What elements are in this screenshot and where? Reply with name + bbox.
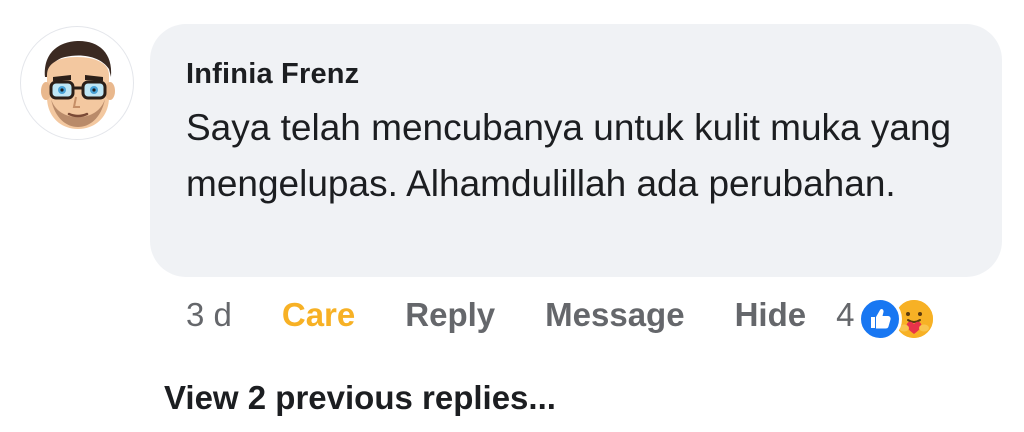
comment-text: Saya telah mencubanya untuk kulit muka y… bbox=[186, 107, 952, 204]
reaction-summary[interactable]: 4 bbox=[836, 293, 937, 341]
cartoon-man-avatar-icon bbox=[41, 41, 115, 129]
reply-button[interactable]: Reply bbox=[405, 296, 495, 334]
comment-bubble: Infinia Frenz Saya telah mencubanya untu… bbox=[150, 24, 1002, 277]
care-reaction-button[interactable]: Care bbox=[282, 296, 355, 334]
hide-button[interactable]: Hide bbox=[735, 296, 807, 334]
message-button[interactable]: Message bbox=[545, 296, 684, 334]
avatar[interactable] bbox=[20, 26, 134, 140]
comment-author[interactable]: Infinia Frenz bbox=[186, 56, 968, 92]
reaction-icons bbox=[858, 293, 937, 341]
reaction-count: 4 bbox=[836, 296, 855, 333]
view-previous-replies-link[interactable]: View 2 previous replies... bbox=[164, 378, 556, 418]
comment-actions: 3 d Care Reply Message Hide 4 bbox=[186, 290, 937, 341]
comment-timestamp[interactable]: 3 d bbox=[186, 296, 232, 334]
like-icon bbox=[858, 297, 903, 341]
